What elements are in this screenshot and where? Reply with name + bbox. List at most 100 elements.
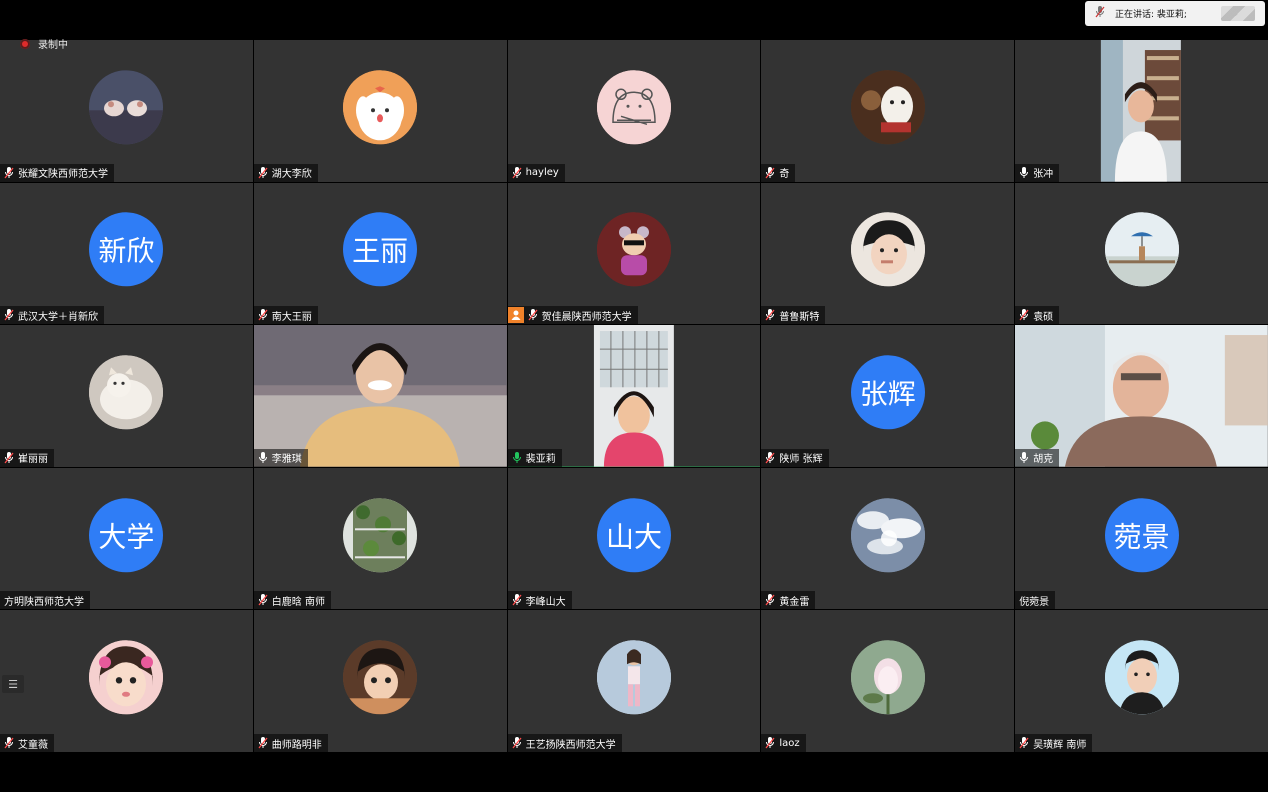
participant-video xyxy=(1015,40,1268,182)
participant-name: 湖大李欣 xyxy=(271,169,312,181)
participant-tile[interactable]: 曲师路明非 xyxy=(253,610,507,752)
mic-muted-icon xyxy=(258,737,268,749)
mic-on-icon xyxy=(1019,451,1029,464)
participant-name: 方明陕西师范大学 xyxy=(4,596,84,608)
participant-nameplate: 李峰山大 xyxy=(507,591,572,610)
avatar: 山大 xyxy=(596,497,671,572)
participant-name: 武汉大学＋肖新欣 xyxy=(18,311,98,323)
mic-muted-icon xyxy=(512,737,522,749)
participant-video xyxy=(253,325,507,467)
participant-tile[interactable]: 崔丽丽 xyxy=(0,325,253,467)
avatar xyxy=(596,640,671,715)
mic-on-icon xyxy=(258,451,268,464)
participant-tile[interactable]: 张冲 xyxy=(1015,40,1268,182)
participant-name: 艾童薇 xyxy=(18,739,48,751)
participant-nameplate: 方明陕西师范大学 xyxy=(0,591,90,610)
avatar: 新欣 xyxy=(89,212,164,287)
participant-tile[interactable]: 张辉 陕师 张辉 xyxy=(761,325,1015,467)
participant-nameplate: 贺佳晨陕西师范大学 xyxy=(507,306,638,325)
mic-muted-icon xyxy=(258,166,268,179)
mic-muted-icon xyxy=(4,737,14,749)
avatar xyxy=(850,70,925,145)
avatar xyxy=(343,70,418,145)
participant-tile[interactable]: 白鹿晗 南师 xyxy=(253,467,507,610)
participant-name: 李雅琪 xyxy=(271,454,302,466)
participant-nameplate: 南大王丽 xyxy=(253,306,318,325)
mic-muted-icon xyxy=(765,166,775,179)
participant-tile[interactable]: 袁硕 xyxy=(1015,182,1268,325)
participant-nameplate: 奇 xyxy=(761,163,796,182)
recording-label: 录制中 xyxy=(38,40,68,51)
participant-name: 倪菀景 xyxy=(1019,596,1050,608)
avatar xyxy=(596,70,671,145)
participant-tile[interactable]: 奇 xyxy=(761,40,1015,182)
avatar xyxy=(89,70,164,145)
participant-name: 裴亚莉 xyxy=(525,454,556,466)
participant-nameplate: 王艺扬陕西师范大学 xyxy=(507,734,622,752)
drag-handle[interactable] xyxy=(1221,6,1255,21)
participant-nameplate: 倪菀景 xyxy=(1015,591,1056,610)
mic-muted-icon xyxy=(528,309,538,321)
participant-nameplate: 黄金雷 xyxy=(761,591,816,610)
participant-tile[interactable]: 王艺扬陕西师范大学 xyxy=(507,610,761,752)
participant-video xyxy=(507,325,761,467)
participant-name: laoz xyxy=(779,737,800,749)
participant-nameplate: laoz xyxy=(761,734,806,752)
participant-tile[interactable]: laoz xyxy=(761,610,1015,752)
participant-name: 崔丽丽 xyxy=(18,454,48,466)
participant-tile[interactable]: 普鲁斯特 xyxy=(761,182,1015,325)
avatar: 张辉 xyxy=(850,355,925,430)
participant-nameplate: 李雅琪 xyxy=(253,448,308,467)
participant-nameplate: 艾童薇 xyxy=(0,734,54,752)
participant-name: 贺佳晨陕西师范大学 xyxy=(541,311,632,323)
participant-tile[interactable]: 新欣 武汉大学＋肖新欣 xyxy=(0,182,253,325)
person-icon xyxy=(507,307,524,324)
participant-tile[interactable]: 吴璜辉 南师 xyxy=(1015,610,1268,752)
participant-name: 李峰山大 xyxy=(525,596,566,608)
mic-muted-icon xyxy=(765,594,775,606)
mic-muted-icon xyxy=(1019,737,1029,749)
participant-tile[interactable]: 大学 方明陕西师范大学 xyxy=(0,467,253,610)
participant-tile[interactable]: 艾童薇 xyxy=(0,610,253,752)
participant-name: 白鹿晗 南师 xyxy=(271,596,325,608)
participant-tile[interactable]: 李雅琪 xyxy=(253,325,507,467)
participant-video xyxy=(1015,325,1268,467)
avatar xyxy=(596,212,671,287)
mic-muted-icon xyxy=(258,309,268,321)
participant-nameplate: 张冲 xyxy=(1015,163,1060,182)
participant-name: 奇 xyxy=(779,169,790,181)
participant-tile[interactable]: 湖大李欣 xyxy=(253,40,507,182)
participant-nameplate: 白鹿晗 南师 xyxy=(253,591,331,610)
participant-tile[interactable]: 菀景 倪菀景 xyxy=(1015,467,1268,610)
participant-name: 胡克 xyxy=(1033,454,1054,466)
mic-muted-icon xyxy=(1095,6,1105,21)
participant-tile[interactable]: 山大 李峰山大 xyxy=(507,467,761,610)
participant-tile-active-speaker[interactable]: 裴亚莉 xyxy=(507,325,761,467)
avatar: 王丽 xyxy=(343,212,418,287)
participant-list-toggle[interactable]: ☰ xyxy=(2,675,24,693)
participant-nameplate: 吴璜辉 南师 xyxy=(1015,734,1093,752)
record-dot-icon xyxy=(20,38,30,49)
list-icon: ☰ xyxy=(8,677,18,691)
participant-nameplate: 崔丽丽 xyxy=(0,448,54,467)
participant-tile[interactable]: 贺佳晨陕西师范大学 xyxy=(507,182,761,325)
mic-active-icon xyxy=(512,451,522,464)
participant-nameplate: 武汉大学＋肖新欣 xyxy=(0,306,104,325)
participant-tile[interactable]: 张耀文陕西师范大学 xyxy=(0,40,253,182)
avatar xyxy=(1104,212,1179,287)
participant-nameplate: 湖大李欣 xyxy=(253,163,318,182)
participant-name: 南大王丽 xyxy=(271,311,312,323)
video-grid: 张耀文陕西师范大学 湖大李欣 hayley 奇 张冲 新欣 武汉大学＋肖新欣 王… xyxy=(0,40,1268,752)
participant-tile[interactable]: 胡克 xyxy=(1015,325,1268,467)
avatar xyxy=(1104,640,1179,715)
participant-name: 张耀文陕西师范大学 xyxy=(18,169,108,181)
mic-muted-icon xyxy=(512,594,522,606)
mic-on-icon xyxy=(1019,166,1029,179)
avatar: 菀景 xyxy=(1104,497,1179,572)
participant-nameplate: 普鲁斯特 xyxy=(761,306,826,325)
mic-muted-icon xyxy=(765,309,775,321)
participant-tile[interactable]: hayley xyxy=(507,40,761,182)
participant-tile[interactable]: 王丽 南大王丽 xyxy=(253,182,507,325)
avatar: 大学 xyxy=(89,497,164,572)
participant-tile[interactable]: 黄金雷 xyxy=(761,467,1015,610)
